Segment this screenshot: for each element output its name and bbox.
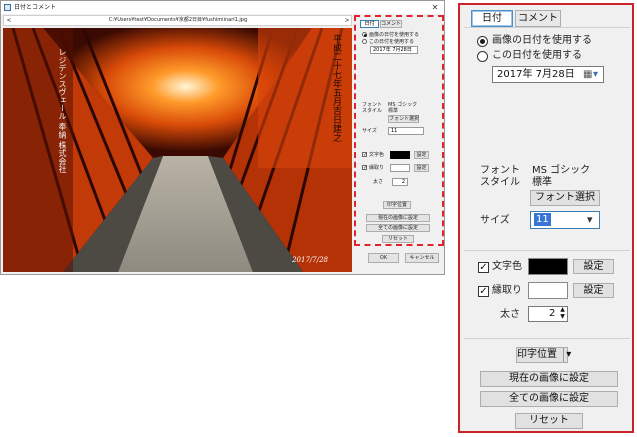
tab-comment[interactable]: コメント — [515, 10, 561, 27]
thickness-label-small: 太さ — [373, 179, 384, 185]
thickness-value-small: 2 — [401, 179, 405, 185]
calendar-icon[interactable]: ▦ — [583, 67, 592, 82]
outline-checkbox-small[interactable]: ✓ — [362, 165, 367, 171]
reset-button[interactable]: リセット — [515, 413, 583, 429]
set-all-images-button-small[interactable]: 全ての画像に設定 — [366, 224, 430, 232]
size-select[interactable]: 11 ▾ — [530, 211, 600, 229]
font-select-button-small[interactable]: フォント選択 — [388, 115, 419, 123]
print-position-button-small[interactable]: 印字位置 — [383, 201, 411, 209]
section-divider — [464, 250, 630, 251]
window-title: 日付とコメント — [14, 4, 57, 11]
tab-divider — [464, 27, 630, 28]
outline-set-button-small[interactable]: 設定 — [414, 164, 429, 172]
font-style: 標準 — [532, 177, 552, 188]
style-label-small: スタイル — [362, 108, 383, 114]
radio-use-image-date-label: 画像の日付を使用する — [492, 35, 592, 46]
radio-this-date-label-small: この日付を使用する — [369, 39, 415, 45]
date-value: 2017年 7月28日 — [497, 69, 575, 80]
tab-date-small[interactable]: 日付 — [360, 20, 379, 28]
reset-button-small[interactable]: リセット — [382, 235, 414, 243]
set-current-image-button-small[interactable]: 現在の画像に設定 — [366, 214, 430, 222]
size-label: サイズ — [480, 215, 510, 226]
section-divider — [464, 338, 630, 339]
image-path: C:¥Users¥test¥Documents¥京都2日目¥fushimiina… — [108, 17, 248, 23]
settings-panel-zoomed: 日付 コメント 画像の日付を使用する この日付を使用する 2017年 7月28日… — [458, 3, 634, 433]
tab-comment-small[interactable]: コメント — [380, 20, 402, 28]
text-color-swatch[interactable] — [528, 258, 568, 275]
font-select-button[interactable]: フォント選択 — [530, 190, 600, 206]
radio-image-date-small[interactable] — [362, 32, 367, 37]
date-picker[interactable]: 2017年 7月28日 ▦ ▾ — [492, 66, 604, 83]
text-color-checkbox-small[interactable]: ✓ — [362, 152, 367, 158]
radio-image-date-label-small: 画像の日付を使用する — [369, 32, 420, 38]
outline-set-button[interactable]: 設定 — [573, 283, 614, 298]
font-name: MS ゴシック — [532, 165, 591, 176]
photo-preview: レジデンスヴェール 奉納 株式会社 平成二十七年五月吉日建之 2017/7/28 — [3, 28, 352, 272]
tab-date[interactable]: 日付 — [471, 10, 513, 27]
set-all-images-button[interactable]: 全ての画像に設定 — [480, 391, 618, 407]
chevron-down-icon[interactable]: ▾ — [563, 348, 571, 362]
size-select-small[interactable]: 11 — [388, 127, 424, 135]
set-current-image-button[interactable]: 現在の画像に設定 — [480, 371, 618, 387]
radio-use-this-date-label: この日付を使用する — [492, 50, 582, 61]
app-icon — [4, 4, 11, 11]
text-color-checkbox[interactable]: ✓ — [478, 262, 489, 273]
text-color-swatch-small — [390, 151, 410, 159]
style-label: スタイル — [480, 177, 520, 188]
outline-label-small: 縁取り — [369, 165, 385, 171]
title-bar: 日付とコメント ✕ — [1, 1, 444, 14]
close-icon[interactable]: ✕ — [429, 2, 441, 13]
thickness-stepper[interactable]: 2 ▲ ▼ — [528, 306, 568, 322]
print-position-button[interactable]: 印字位置 ▾ — [516, 347, 571, 363]
thickness-value: 2 — [549, 308, 556, 319]
ok-button[interactable]: OK — [368, 253, 399, 263]
size-label-small: サイズ — [362, 128, 377, 134]
chevron-down-icon[interactable]: ▾ — [593, 67, 598, 82]
text-color-label-small: 文字色 — [369, 152, 385, 158]
date-stamp-overlay: 2017/7/28 — [292, 256, 328, 264]
radio-use-image-date[interactable] — [477, 36, 488, 47]
outline-color-swatch[interactable] — [528, 282, 568, 299]
text-color-set-button[interactable]: 設定 — [573, 259, 614, 274]
settings-panel-small: 日付 コメント 画像の日付を使用する この日付を使用する 2017年 7月28日… — [354, 15, 444, 246]
right-pillar-inscription: 平成二十七年五月吉日建之 — [331, 34, 341, 142]
next-image-button[interactable]: > — [343, 16, 351, 25]
previous-image-button[interactable]: < — [5, 16, 13, 25]
preview-window: 日付とコメント ✕ < C:¥Users¥test¥Documents¥京都2日… — [0, 0, 445, 275]
outline-checkbox[interactable]: ✓ — [478, 286, 489, 297]
cancel-button[interactable]: キャンセル — [405, 253, 439, 263]
text-color-set-button-small[interactable]: 設定 — [414, 151, 429, 159]
font-style-small: 標準 — [388, 108, 399, 114]
chevron-down-icon[interactable]: ▾ — [587, 212, 593, 227]
date-picker-small[interactable]: 2017年 7月28日 — [370, 46, 418, 54]
left-pillar-inscription: レジデンスヴェール 奉納 株式会社 — [58, 48, 67, 174]
outline-color-swatch-small — [390, 164, 410, 172]
text-color-label: 文字色 — [492, 261, 522, 272]
size-value-small: 11 — [391, 128, 398, 134]
outline-label: 縁取り — [492, 285, 522, 296]
date-value-small: 2017年 7月28日 — [373, 47, 412, 53]
thickness-label: 太さ — [500, 309, 520, 320]
path-bar: < C:¥Users¥test¥Documents¥京都2日目¥fushimii… — [3, 15, 352, 26]
font-label: フォント — [480, 165, 520, 176]
print-position-label: 印字位置 — [517, 349, 557, 360]
stepper-down-icon[interactable]: ▼ — [558, 313, 567, 320]
radio-this-date-small[interactable] — [362, 39, 367, 44]
radio-use-this-date[interactable] — [477, 51, 488, 62]
size-value: 11 — [534, 213, 551, 226]
thickness-stepper-small[interactable]: 2 — [392, 178, 408, 186]
stepper-up-icon[interactable]: ▲ — [558, 306, 567, 313]
